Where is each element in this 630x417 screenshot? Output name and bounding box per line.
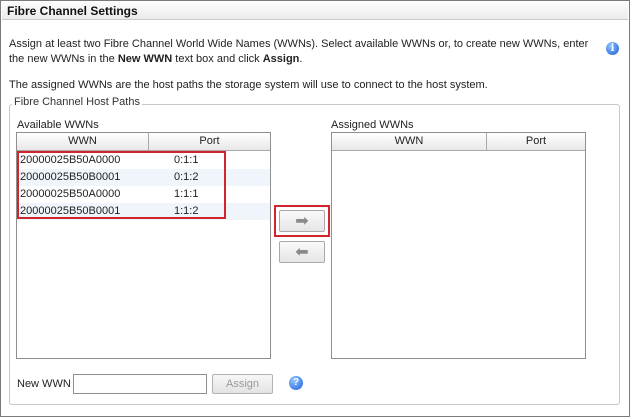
new-wwn-input[interactable]: [73, 374, 207, 394]
available-list-header: WWN Port: [17, 133, 270, 151]
assigned-col-port[interactable]: Port: [486, 133, 585, 151]
info-icon[interactable]: i: [606, 42, 619, 55]
arrow-left-icon: ⬅: [295, 242, 309, 261]
remove-wwn-button[interactable]: ⬅: [279, 241, 325, 263]
assigned-list-header: WWN Port: [332, 133, 585, 151]
assigned-col-wwn[interactable]: WWN: [332, 133, 486, 151]
assigned-wwns-label: Assigned WWNs: [331, 119, 414, 131]
assign-button[interactable]: Assign: [212, 374, 273, 394]
available-wwns-label: Available WWNs: [17, 119, 99, 131]
panel-titlebar: Fibre Channel Settings: [2, 2, 628, 20]
intro-host-paths-note: The assigned WWNs are the host paths the…: [9, 79, 488, 91]
available-col-port[interactable]: Port: [148, 133, 270, 151]
intro-instructions: Assign at least two Fibre Channel World …: [9, 38, 589, 65]
available-rows-highlight: [17, 151, 226, 219]
available-col-wwn[interactable]: WWN: [17, 133, 148, 151]
add-button-highlight: [274, 205, 330, 237]
assigned-wwns-list[interactable]: WWN Port: [331, 132, 586, 359]
host-paths-legend: Fibre Channel Host Paths: [12, 96, 142, 108]
new-wwn-label: New WWN: [17, 378, 71, 390]
help-icon[interactable]: ?: [289, 376, 303, 390]
panel-title: Fibre Channel Settings: [7, 4, 138, 18]
